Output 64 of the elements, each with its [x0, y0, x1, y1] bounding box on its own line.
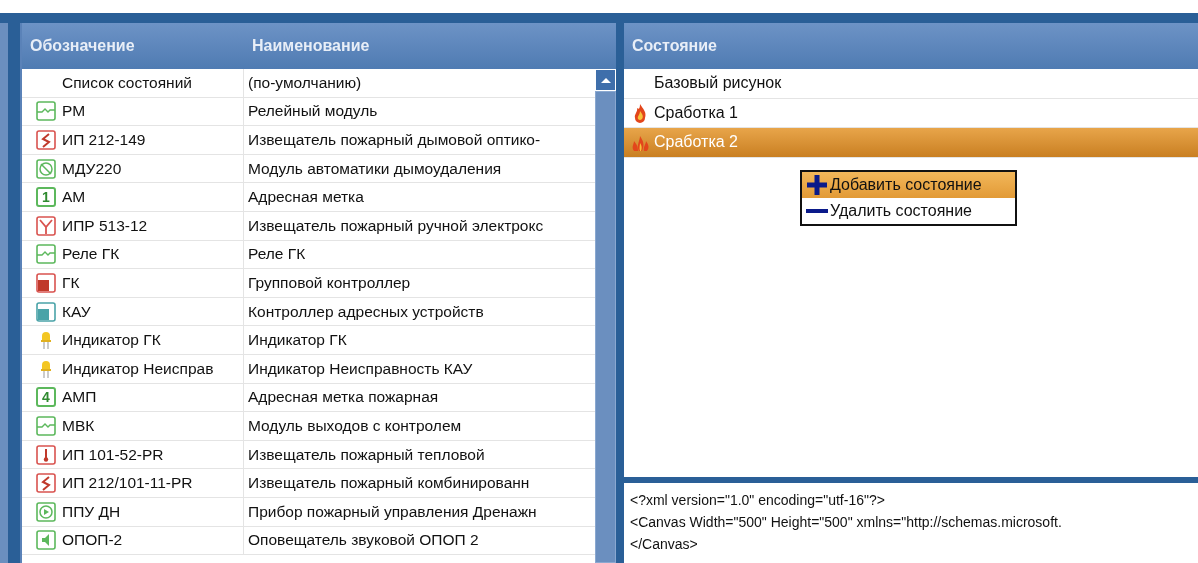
scroll-up-button[interactable]	[595, 69, 616, 91]
speaker-icon	[36, 530, 56, 551]
relay-icon	[36, 415, 56, 436]
state-label: Базовый рисунок	[654, 74, 782, 93]
table-cell[interactable]: РМ	[62, 102, 86, 121]
table-cell[interactable]: ИПР 513-12	[62, 216, 148, 235]
state-label: Сработка 2	[654, 133, 738, 152]
table-cell[interactable]: ППУ ДН	[62, 502, 121, 521]
table-cell[interactable]: АМП	[62, 388, 97, 407]
relay-icon	[36, 244, 56, 265]
state-row[interactable]: Базовый рисунок	[624, 69, 1198, 99]
table-cell[interactable]: Индикатор ГК	[62, 331, 161, 350]
table-cell[interactable]: Реле ГК	[244, 245, 306, 264]
controller-icon	[36, 301, 56, 322]
minus-icon	[806, 209, 828, 213]
table-cell[interactable]: Извещатель пожарный тепловой	[244, 445, 485, 464]
table-cell[interactable]: ОПОП-2	[62, 531, 123, 550]
table-cell[interactable]: Оповещатель звуковой ОПОП 2	[244, 531, 479, 550]
number-icon: 4	[36, 387, 56, 408]
table-cell[interactable]: КАУ	[62, 302, 91, 321]
smoke-detector-icon	[36, 473, 56, 494]
xml-editor[interactable]: <?xml version="1.0" encoding="utf-16"?> <Canvas Width="500" Height="500" xmlns="http://schemas.microsoft. </Canvas>	[624, 477, 1198, 563]
table-cell[interactable]: ИП 101-52-PR	[62, 445, 164, 464]
table-cell[interactable]: Контроллер адресных устройств	[244, 302, 484, 321]
table-cell[interactable]: Групповой контроллер	[244, 273, 411, 292]
menu-label: Удалить состояние	[830, 202, 972, 220]
table-cell[interactable]: ИП 212-149	[62, 131, 146, 149]
number-icon: 1	[36, 187, 56, 208]
manual-call-point-icon	[36, 215, 56, 236]
table-cell[interactable]: Релейный модуль	[244, 102, 378, 121]
table-cell[interactable]: ГК	[62, 273, 80, 292]
controller-icon	[36, 272, 56, 293]
table-cell[interactable]: ИП 212/101-11-PR	[62, 474, 193, 493]
menu-label: Добавить состояние	[830, 176, 982, 194]
table-cell[interactable]: Модуль выходов с контролем	[244, 416, 462, 435]
table-cell[interactable]: Извещатель пожарный ручной электрокс	[244, 216, 544, 235]
smoke-detector-icon	[36, 130, 56, 150]
menu-item[interactable]: Добавить состояние	[802, 172, 1015, 198]
up-arrow-icon	[599, 76, 612, 84]
thermometer-icon	[36, 444, 56, 465]
module-icon	[36, 158, 56, 179]
table-cell[interactable]: Извещатель пожарный дымовой оптико-	[244, 131, 541, 149]
table-cell[interactable]: Индикатор Неисправ	[62, 359, 214, 378]
code-line: <?xml version="1.0" encoding="utf-16"?>	[630, 491, 886, 510]
menu-item[interactable]: Удалить состояние	[802, 198, 1015, 224]
table-cell[interactable]: АМ	[62, 188, 86, 207]
code-line: </Canvas>	[630, 535, 699, 554]
table-cell[interactable]: Индикатор Неисправность КАУ	[244, 359, 473, 378]
state-label: Сработка 1	[654, 103, 738, 122]
table-cell[interactable]: Адресная метка	[244, 188, 364, 207]
table-cell[interactable]: (по-умолчанию)	[244, 73, 362, 92]
relay-icon	[36, 101, 56, 122]
table-cell[interactable]: Модуль автоматики дымоудаления	[244, 159, 502, 178]
table-cell[interactable]: Адресная метка пожарная	[244, 388, 439, 407]
table-cell[interactable]: Список состояний	[62, 73, 192, 92]
table-cell[interactable]: Индикатор ГК	[244, 331, 347, 350]
table-cell[interactable]: Извещатель пожарный комбинированн	[244, 474, 530, 493]
table-cell[interactable]: МВК	[62, 416, 95, 435]
plus-icon	[806, 174, 828, 196]
table-cell[interactable]: Реле ГК	[62, 245, 120, 264]
table-cell[interactable]: МДУ220	[62, 159, 122, 178]
table-cell[interactable]: Прибор пожарный управления Дренажн	[244, 502, 537, 521]
code-line: <Canvas Width="500" Height="500" xmlns="http://schemas.microsoft.	[630, 513, 1063, 532]
play-icon	[36, 501, 56, 522]
